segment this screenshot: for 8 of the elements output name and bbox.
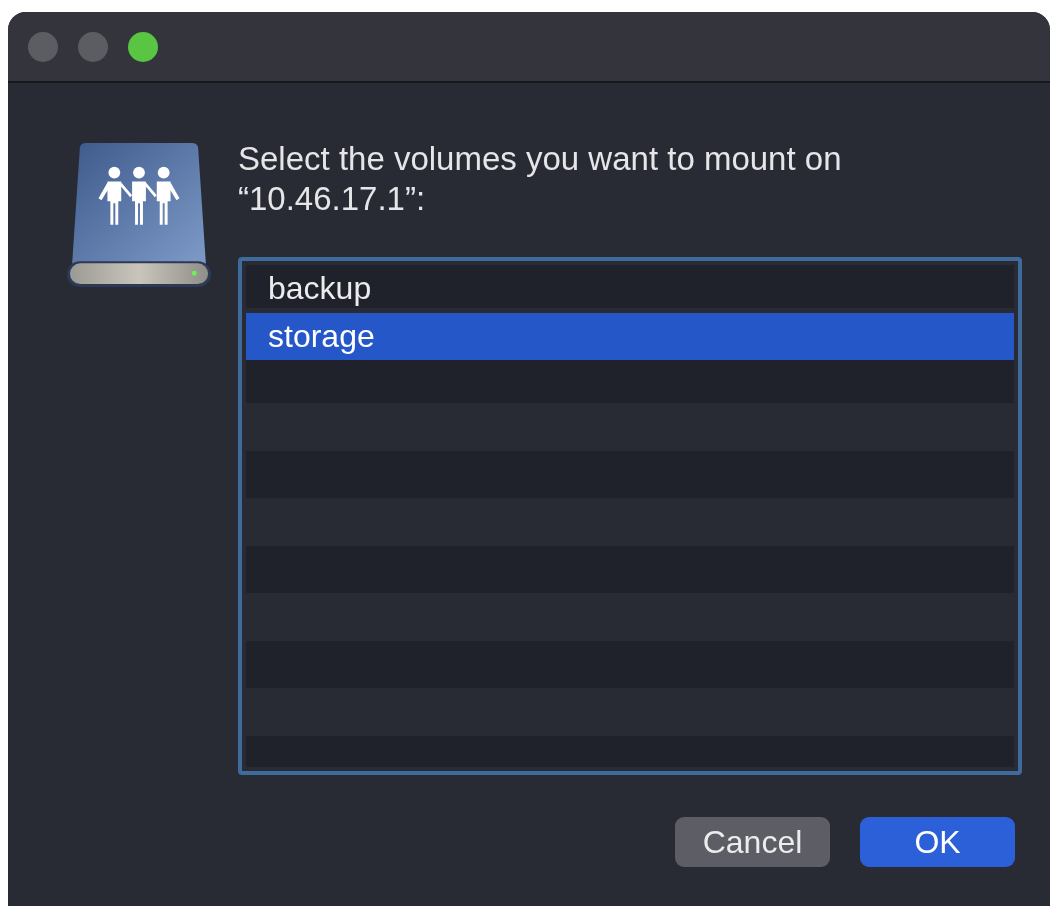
volume-row[interactable]: backup [246,265,1014,313]
network-drive-icon [65,141,213,289]
volume-list[interactable]: backup storage [238,257,1022,775]
prompt-text: Select the volumes you want to mount on “10.46.17.1”: [238,139,843,219]
window-control-button[interactable] [128,31,158,62]
ok-button[interactable]: OK [860,817,1015,867]
cancel-button[interactable]: Cancel [675,817,830,867]
volume-row[interactable]: storage [246,312,1014,360]
